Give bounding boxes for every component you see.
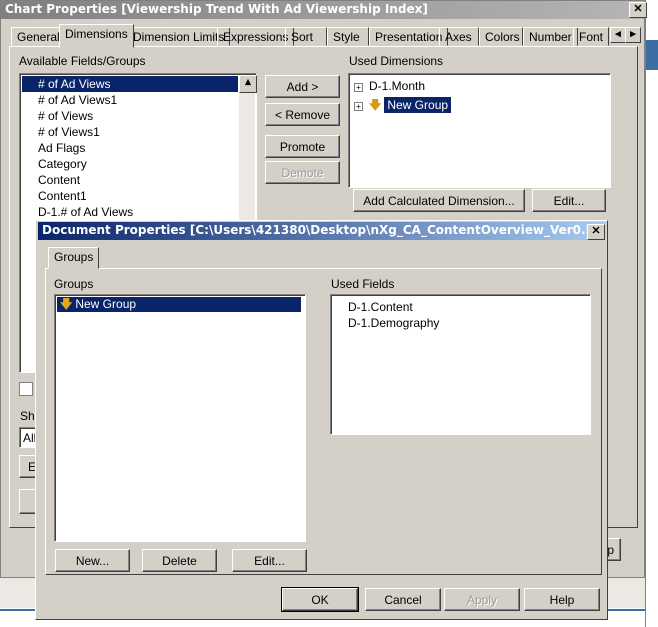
list-item[interactable]: D-1.Demography [348,315,439,331]
group-arrow-icon: 🡇 [369,98,382,112]
add-button[interactable]: Add > [265,75,340,98]
list-item[interactable]: D-1.# of Ad Views [22,204,238,220]
document-properties-dialog: Document Properties [C:\Users\421380\Des… [35,220,608,620]
used-dimensions-label: Used Dimensions [349,54,444,68]
apply-button: Apply [444,588,520,611]
tab-axes[interactable]: Axes [439,27,479,46]
list-item[interactable]: Content1 [22,188,238,204]
list-item[interactable]: # of Ad Views1 [22,92,238,108]
help-button[interactable]: Help [524,588,600,611]
groups-label: Groups [54,277,94,291]
tab-expressions[interactable]: Expressions [217,27,295,46]
ok-button[interactable]: OK [281,587,359,612]
list-item[interactable]: # of Views1 [22,124,238,140]
background-window-edge [645,0,658,627]
used-fields-list[interactable]: D-1.Content D-1.Demography [330,294,591,435]
checkbox[interactable] [19,382,33,396]
list-item[interactable]: 🡇 New Group [57,297,301,312]
list-item[interactable]: # of Ad Views [22,76,238,92]
document-properties-title: Document Properties [C:\Users\421380\Des… [38,222,605,240]
promote-button[interactable]: Promote [265,135,340,158]
used-dimensions-list[interactable]: + D-1.Month + 🡇 New Group [348,73,611,188]
cancel-button[interactable]: Cancel [365,588,441,611]
tree-item[interactable]: + 🡇 New Group [354,96,452,114]
add-calculated-dimension-button[interactable]: Add Calculated Dimension... [353,189,525,212]
tab-sort[interactable]: Sort [285,27,327,46]
demote-button: Demote [265,161,340,184]
list-item[interactable]: Ad Flags [22,140,238,156]
list-item[interactable]: D-1.Content [348,299,439,315]
expand-icon[interactable]: + [354,102,363,111]
tab-dimension-limits[interactable]: Dimension Limits [127,27,231,46]
expand-icon[interactable]: + [354,83,363,92]
edit-group-button[interactable]: Edit... [232,549,307,572]
group-arrow-icon: 🡇 [60,297,73,311]
scroll-up-icon[interactable]: ▴ [239,75,257,93]
delete-group-button[interactable]: Delete [142,549,217,572]
list-item[interactable]: Category [22,156,238,172]
tab-dimensions[interactable]: Dimensions [59,24,134,48]
remove-button[interactable]: < Remove [265,103,340,126]
list-item[interactable]: Content [22,172,238,188]
tab-scroll-left-icon[interactable]: ◂ [610,27,626,43]
close-icon[interactable]: ✕ [587,224,605,240]
list-item[interactable]: # of Views [22,108,238,124]
tab-general[interactable]: General [11,27,66,46]
tree-item[interactable]: + D-1.Month [354,78,425,94]
close-icon[interactable]: ✕ [629,2,647,18]
tab-presentation[interactable]: Presentation [369,27,449,46]
available-fields-label: Available Fields/Groups [19,54,146,68]
new-group-button[interactable]: New... [55,549,130,572]
tab-style[interactable]: Style [327,27,369,46]
groups-list[interactable]: 🡇 New Group [54,294,306,542]
tab-colors[interactable]: Colors [479,27,523,46]
used-fields-label: Used Fields [331,277,395,291]
edit-dimension-button[interactable]: Edit... [532,189,606,212]
chart-properties-title: Chart Properties [Viewership Trend With … [1,1,644,19]
tab-groups[interactable]: Groups [48,247,100,269]
tab-scroll-right-icon[interactable]: ▸ [625,27,641,43]
tab-number[interactable]: Number [523,27,578,46]
tab-font[interactable]: Font [573,27,610,46]
